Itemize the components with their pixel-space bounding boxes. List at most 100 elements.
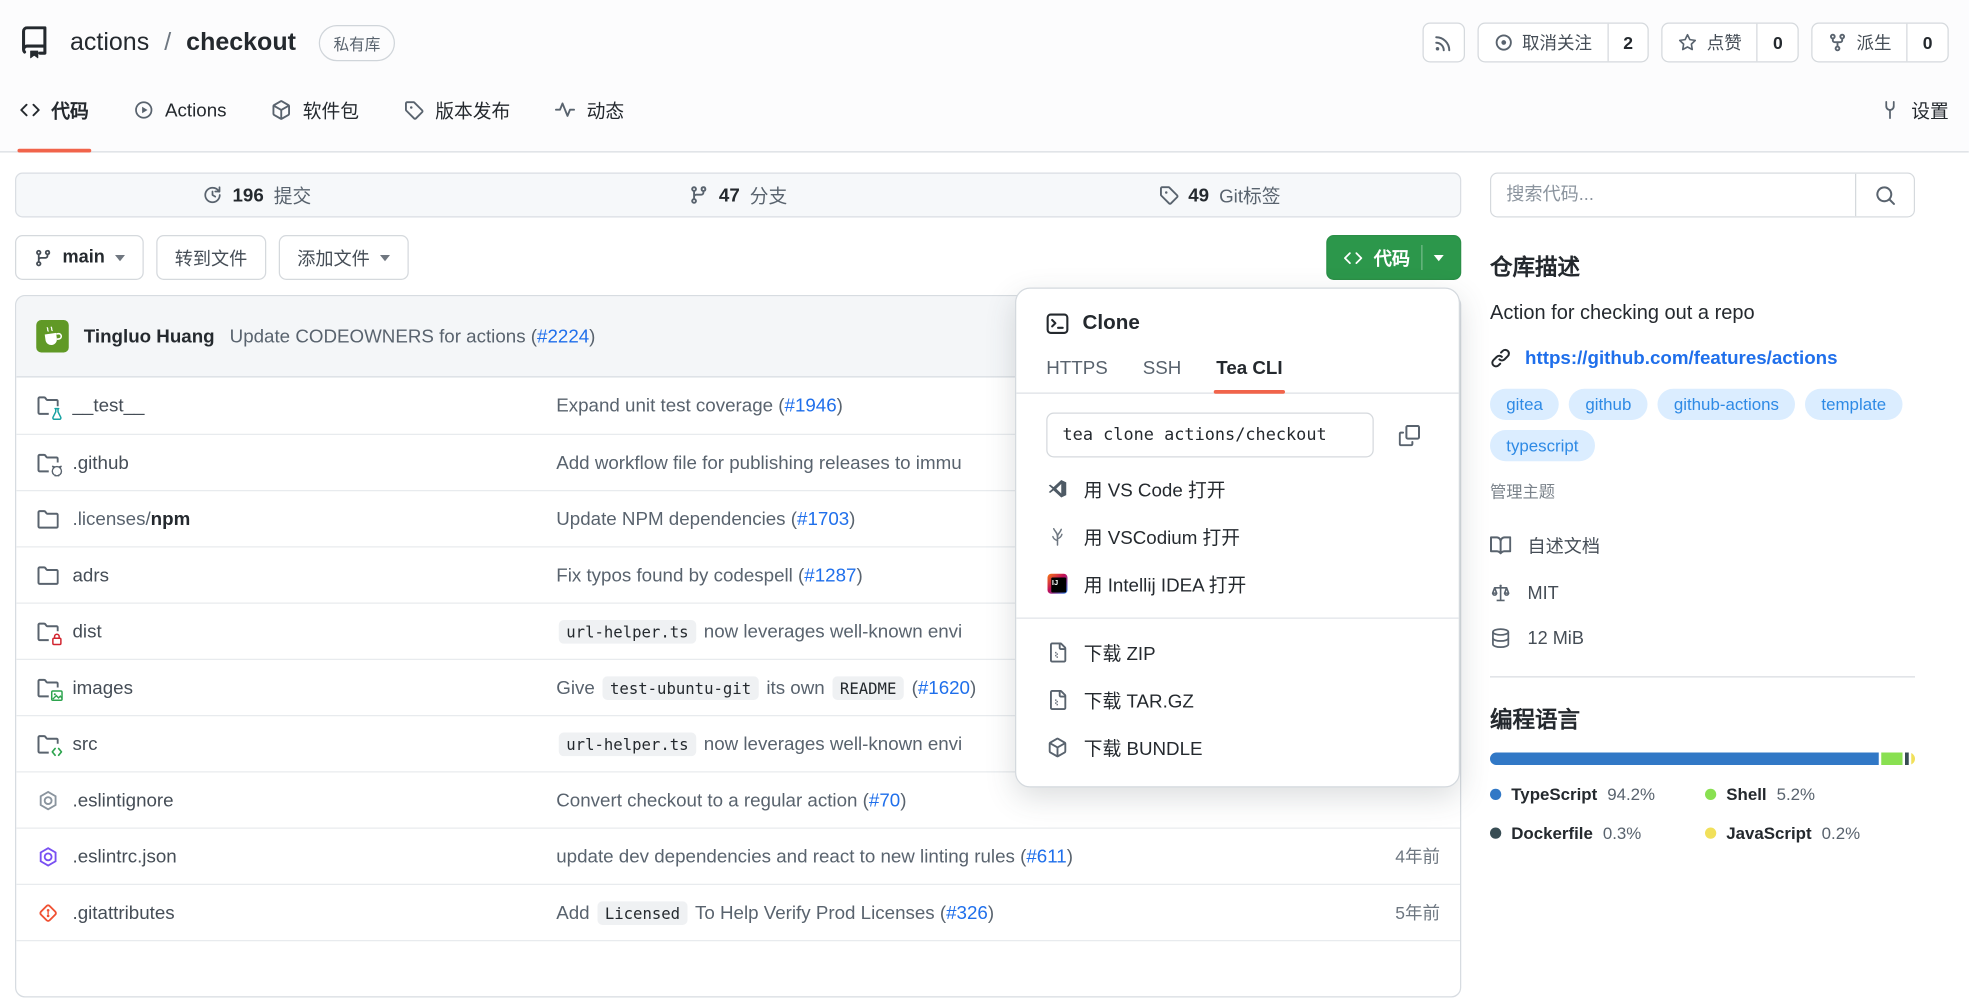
search-button[interactable] — [1855, 174, 1914, 217]
file-name-link[interactable]: .gitattributes — [73, 902, 175, 923]
download-bundle-item[interactable]: 下载 BUNDLE — [1016, 724, 1459, 772]
vscode-icon — [1046, 478, 1067, 499]
file-name-link[interactable]: npm — [151, 508, 191, 529]
commit-pr-link[interactable]: #2224 — [537, 326, 589, 347]
file-name-link[interactable]: adrs — [73, 564, 109, 585]
tab-code[interactable]: 代码 — [20, 68, 89, 153]
code-chip: test-ubuntu-git — [603, 676, 759, 700]
table-row-partial — [16, 940, 1460, 996]
message-text[interactable]: Update NPM dependencies ( — [556, 508, 797, 529]
message-text[interactable]: To Help Verify Prod Licenses ( — [690, 902, 946, 923]
open-vscodium-item[interactable]: 用 VSCodium 打开 — [1016, 513, 1459, 561]
tab-ssh[interactable]: SSH — [1143, 358, 1182, 393]
stat-commits[interactable]: 196 提交 — [16, 174, 497, 217]
watch-count[interactable]: 2 — [1607, 24, 1648, 62]
message-text[interactable]: update dev dependencies and react to new… — [556, 846, 1026, 867]
legend-item[interactable]: TypeScript 94.2% — [1490, 785, 1705, 804]
topic-pill[interactable]: github — [1569, 389, 1647, 420]
tab-packages[interactable]: 软件包 — [272, 68, 360, 153]
tab-tea-cli[interactable]: Tea CLI — [1216, 358, 1282, 393]
avatar[interactable] — [36, 320, 69, 353]
file-name-link[interactable]: .eslintrc.json — [73, 846, 177, 867]
message-text[interactable]: ) — [837, 395, 843, 416]
manage-topics-link[interactable]: 管理主题 — [1490, 479, 1555, 503]
message-text[interactable]: ) — [970, 677, 976, 698]
file-name-link[interactable]: .eslintignore — [73, 789, 174, 810]
message-text[interactable]: Fix typos found by codespell ( — [556, 564, 804, 585]
message-text[interactable]: ) — [1067, 846, 1073, 867]
license-link[interactable]: MIT — [1490, 583, 1915, 604]
search-input[interactable] — [1491, 174, 1855, 217]
topic-pill[interactable]: typescript — [1490, 430, 1595, 461]
file-targz-icon — [1046, 689, 1067, 710]
file-name-link[interactable]: __test__ — [73, 395, 145, 416]
legend-item[interactable]: Dockerfile 0.3% — [1490, 824, 1705, 843]
legend-item[interactable]: Shell 5.2% — [1705, 785, 1915, 804]
stat-tags-value: 49 — [1188, 184, 1209, 205]
fork-button[interactable]: 派生 0 — [1812, 23, 1949, 63]
pr-link[interactable]: #1620 — [918, 677, 970, 698]
tab-releases[interactable]: 版本发布 — [404, 68, 510, 153]
lang-name: TypeScript — [1511, 785, 1597, 804]
website-link[interactable]: https://github.com/features/actions — [1525, 348, 1838, 369]
pr-link[interactable]: #326 — [946, 902, 988, 923]
message-text[interactable]: Add — [556, 902, 595, 923]
readme-link[interactable]: 自述文档 — [1490, 533, 1915, 559]
download-zip-item[interactable]: 下载 ZIP — [1016, 629, 1459, 677]
star-count[interactable]: 0 — [1757, 24, 1798, 62]
commit-author[interactable]: Tingluo Huang — [84, 326, 215, 347]
tab-settings[interactable]: 设置 — [1880, 68, 1949, 153]
tab-releases-label: 版本发布 — [435, 97, 510, 123]
pr-link[interactable]: #70 — [869, 789, 900, 810]
code-download-button[interactable]: 代码 — [1326, 235, 1461, 280]
message-text[interactable]: now leverages well-known envi — [699, 621, 963, 642]
package-icon — [272, 100, 292, 120]
tab-https[interactable]: HTTPS — [1046, 358, 1107, 393]
topic-pill[interactable]: gitea — [1490, 389, 1559, 420]
open-intellij-item[interactable]: 用 Intellij IDEA 打开 — [1016, 560, 1459, 608]
branch-name: main — [63, 248, 105, 268]
topic-pill[interactable]: template — [1805, 389, 1902, 420]
message-text[interactable]: ) — [900, 789, 906, 810]
branch-selector[interactable]: main — [15, 235, 144, 280]
tab-actions[interactable]: Actions — [134, 68, 227, 153]
legend-item[interactable]: JavaScript 0.2% — [1705, 824, 1915, 843]
add-file-label: 添加文件 — [297, 244, 370, 270]
message-text[interactable]: ) — [849, 508, 855, 529]
topic-pill[interactable]: github-actions — [1658, 389, 1796, 420]
pr-link[interactable]: #611 — [1026, 846, 1066, 867]
message-text[interactable]: ) — [988, 902, 994, 923]
copy-button[interactable] — [1389, 415, 1429, 455]
file-name-link[interactable]: images — [73, 677, 133, 698]
pr-link[interactable]: #1287 — [804, 564, 856, 585]
message-text[interactable]: ( — [906, 677, 917, 698]
add-file-button[interactable]: 添加文件 — [279, 235, 409, 280]
open-vscode-item[interactable]: 用 VS Code 打开 — [1016, 465, 1459, 513]
pr-link[interactable]: #1703 — [797, 508, 849, 529]
stat-branches[interactable]: 47 分支 — [498, 174, 979, 217]
message-text[interactable]: Convert checkout to a regular action ( — [556, 789, 869, 810]
message-text[interactable]: Expand unit test coverage ( — [556, 395, 784, 416]
file-name-link[interactable]: dist — [73, 621, 102, 642]
watch-button[interactable]: 取消关注 2 — [1477, 23, 1649, 63]
message-text[interactable]: ) — [856, 564, 862, 585]
rss-button[interactable] — [1422, 23, 1465, 63]
fork-count[interactable]: 0 — [1907, 24, 1948, 62]
table-row: .eslintrc.json update dev dependencies an… — [16, 828, 1460, 884]
file-path-prefix[interactable]: .licenses/ — [73, 508, 151, 529]
stat-tags[interactable]: 49 Git标签 — [979, 174, 1460, 217]
star-button[interactable]: 点赞 0 — [1662, 23, 1799, 63]
repo-name-link[interactable]: checkout — [186, 28, 296, 57]
tab-activity[interactable]: 动态 — [555, 68, 624, 153]
message-text[interactable]: its own — [761, 677, 830, 698]
pr-link[interactable]: #1946 — [785, 395, 837, 416]
clone-url-input[interactable] — [1046, 413, 1374, 458]
message-text[interactable]: Add workflow file for publishing release… — [556, 452, 961, 473]
file-name-link[interactable]: src — [73, 733, 98, 754]
repo-owner-link[interactable]: actions — [70, 28, 149, 57]
goto-file-button[interactable]: 转到文件 — [156, 235, 266, 280]
message-text[interactable]: now leverages well-known envi — [699, 733, 963, 754]
file-name-link[interactable]: .github — [73, 452, 129, 473]
message-text[interactable]: Give — [556, 677, 600, 698]
download-targz-item[interactable]: 下载 TAR.GZ — [1016, 676, 1459, 724]
